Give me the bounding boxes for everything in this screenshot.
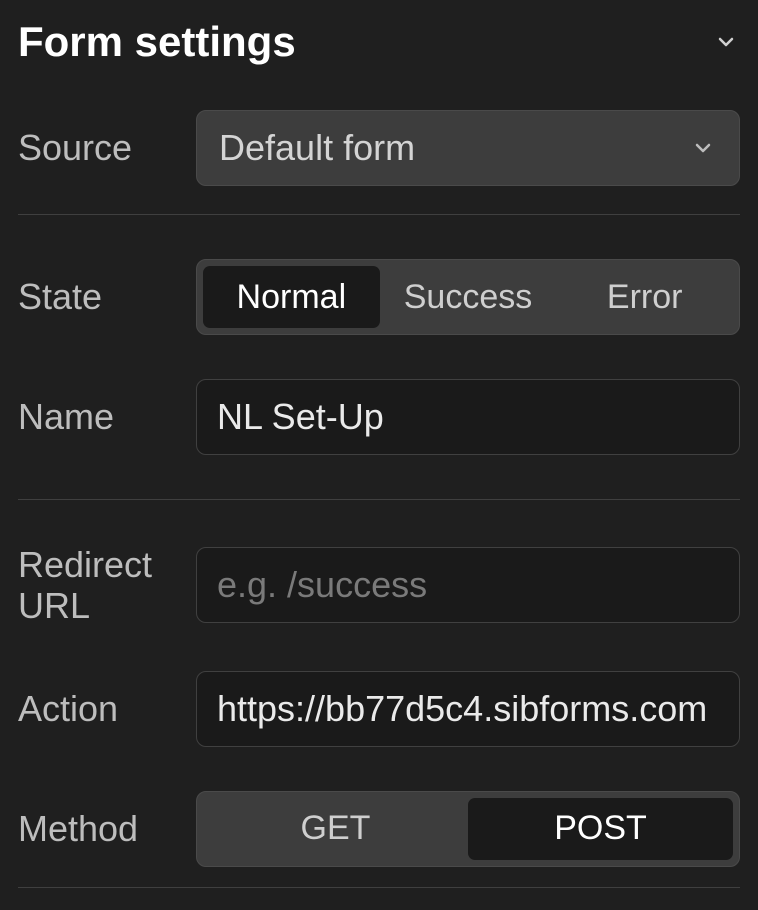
source-label: Source — [18, 127, 178, 168]
divider — [18, 887, 740, 888]
state-row: State Normal Success Error — [18, 259, 740, 335]
redirect-url-input[interactable] — [196, 547, 740, 623]
name-input[interactable] — [196, 379, 740, 455]
source-selected-value: Default form — [219, 127, 415, 169]
state-option-normal[interactable]: Normal — [203, 266, 380, 328]
method-option-post[interactable]: POST — [468, 798, 733, 860]
action-input[interactable] — [196, 671, 740, 747]
state-segmented-control: Normal Success Error — [196, 259, 740, 335]
chevron-down-icon[interactable] — [712, 28, 740, 56]
form-settings-panel: Form settings Source Default form State … — [0, 0, 758, 888]
divider — [18, 499, 740, 500]
divider — [18, 214, 740, 215]
state-label: State — [18, 276, 178, 317]
redirect-url-label: Redirect URL — [18, 544, 178, 627]
method-label: Method — [18, 808, 178, 849]
panel-title: Form settings — [18, 18, 296, 66]
panel-header[interactable]: Form settings — [18, 18, 740, 66]
method-option-get[interactable]: GET — [203, 798, 468, 860]
state-option-success[interactable]: Success — [380, 266, 557, 328]
chevron-down-icon — [689, 134, 717, 162]
source-select[interactable]: Default form — [196, 110, 740, 186]
name-row: Name — [18, 379, 740, 455]
redirect-row: Redirect URL — [18, 544, 740, 627]
method-segmented-control: GET POST — [196, 791, 740, 867]
action-row: Action — [18, 671, 740, 747]
state-option-error[interactable]: Error — [556, 266, 733, 328]
action-label: Action — [18, 688, 178, 729]
method-row: Method GET POST — [18, 791, 740, 867]
source-row: Source Default form — [18, 110, 740, 186]
name-label: Name — [18, 396, 178, 437]
